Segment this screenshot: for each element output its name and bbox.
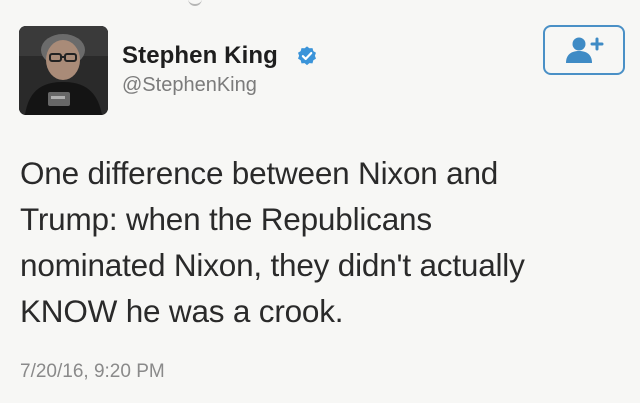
avatar-photo — [19, 26, 108, 115]
cropped-previous-content — [188, 0, 202, 6]
tweet-text-line: KNOW he was a crook. — [20, 293, 344, 329]
tweet-text-line: One difference between Nixon and — [20, 155, 499, 191]
follow-button[interactable] — [543, 25, 625, 75]
avatar[interactable] — [19, 26, 108, 115]
tweet-text: One difference between Nixon and Trump: … — [20, 150, 620, 334]
tweet-text-line: nominated Nixon, they didn't actually — [20, 247, 525, 283]
add-user-icon — [566, 37, 604, 63]
tweet-card: Stephen King @StephenKing One difference… — [0, 0, 640, 403]
tweet-timestamp[interactable]: 7/20/16, 9:20 PM — [20, 361, 165, 383]
user-handle[interactable]: @StephenKing — [122, 74, 257, 97]
display-name[interactable]: Stephen King — [122, 42, 278, 70]
verified-badge-icon — [298, 46, 316, 66]
tweet-text-line: Trump: when the Republicans — [20, 201, 432, 237]
